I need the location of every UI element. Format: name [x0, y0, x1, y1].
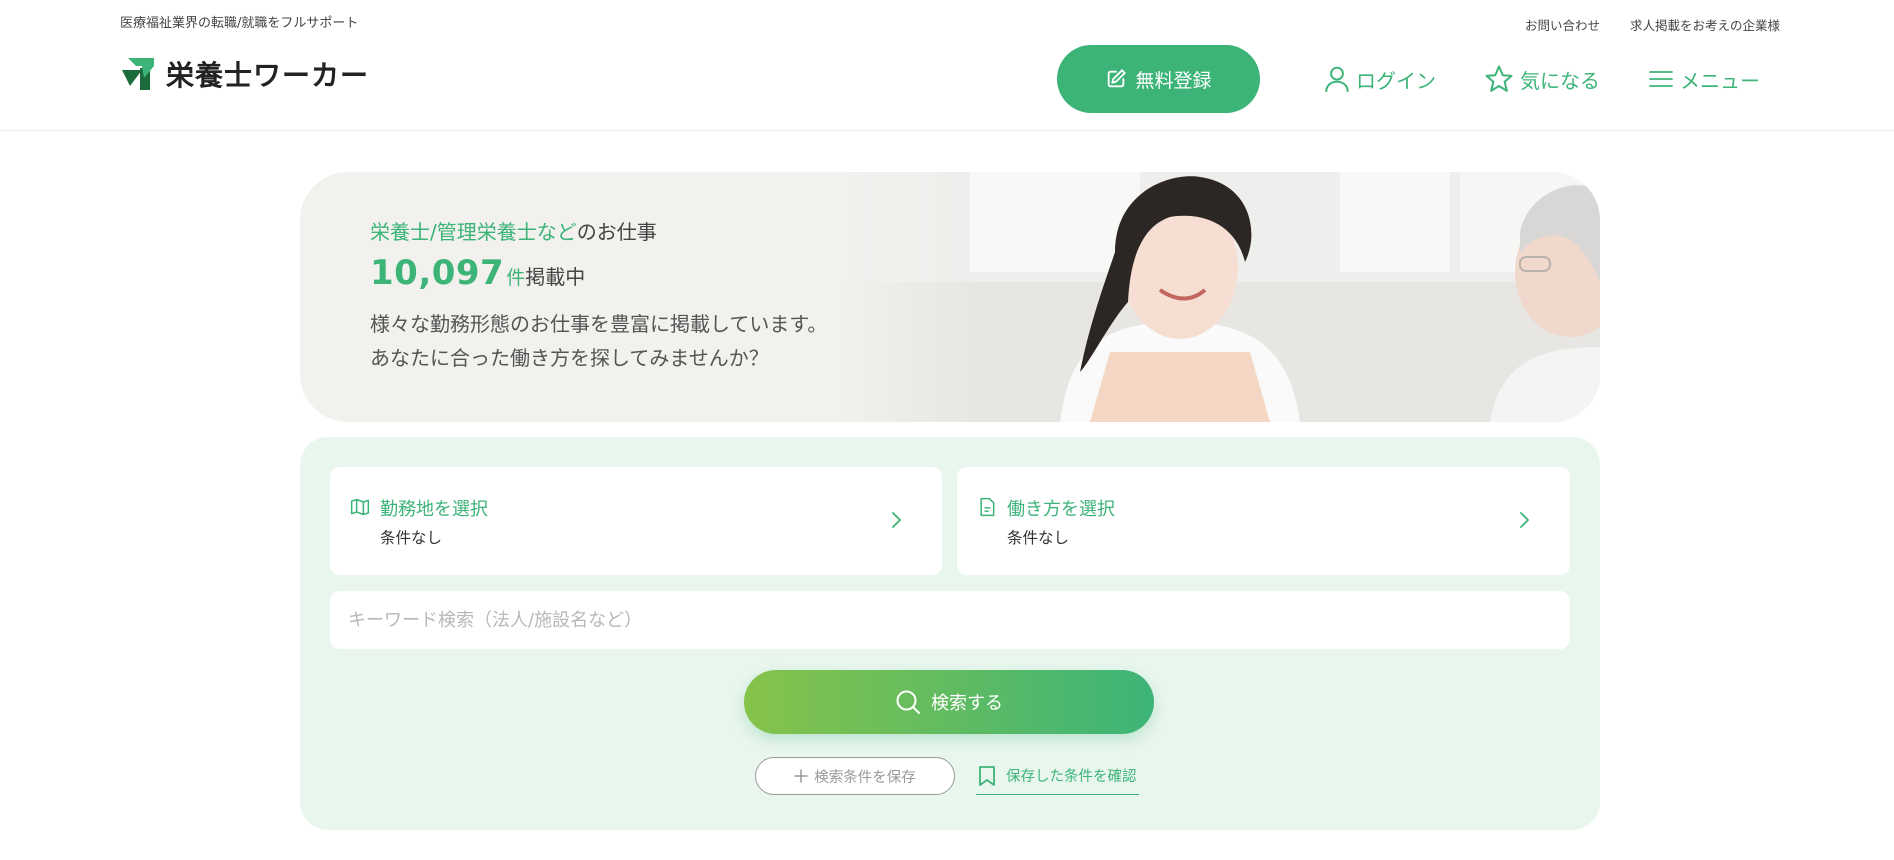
- hero-headline: 栄養士/管理栄養士などのお仕事: [370, 216, 827, 245]
- hamburger-icon: [1649, 71, 1673, 87]
- register-button[interactable]: 無料登録: [1057, 45, 1260, 113]
- plus-icon: [794, 769, 808, 783]
- hero-text: 栄養士/管理栄養士などのお仕事 10,097 件 掲載中 様々な勤務形態のお仕事…: [370, 216, 827, 375]
- site-header: 医療福祉業界の転職/就職をフルサポート 栄養士ワーカー お問い合わせ 求人掲載を…: [0, 0, 1894, 131]
- map-icon: [350, 498, 370, 516]
- star-icon: [1485, 65, 1513, 92]
- saved-conditions-link[interactable]: 保存した条件を確認: [976, 757, 1139, 795]
- contact-link[interactable]: お問い合わせ: [1525, 15, 1600, 34]
- workstyle-select[interactable]: 働き方を選択 条件なし: [957, 467, 1570, 575]
- favorite-link[interactable]: 気になる: [1484, 64, 1600, 94]
- login-label: ログイン: [1356, 68, 1436, 93]
- location-select-title: 勤務地を選択: [380, 499, 488, 520]
- site-tagline: 医療福祉業界の転職/就職をフルサポート: [120, 16, 359, 31]
- utility-links: お問い合わせ 求人掲載をお考えの企業様: [1525, 15, 1780, 34]
- favorite-label: 気になる: [1520, 68, 1600, 93]
- hero-headline-rest: のお仕事: [576, 220, 657, 244]
- save-conditions-label: 検索条件を保存: [814, 769, 916, 786]
- hero-desc-line2: あなたに合った働き方を探してみませんか？: [370, 346, 769, 370]
- hero-desc-line1: 様々な勤務形態のお仕事を豊富に掲載しています。: [370, 312, 828, 336]
- register-label: 無料登録: [1135, 69, 1212, 92]
- logo-mark-icon: [122, 58, 154, 90]
- employer-link[interactable]: 求人掲載をお考えの企業様: [1630, 15, 1780, 34]
- job-count: 10,097 件 掲載中: [370, 253, 827, 293]
- workstyle-select-title: 働き方を選択: [1007, 499, 1115, 520]
- hero-description: 様々な勤務形態のお仕事を豊富に掲載しています。 あなたに合った働き方を探してみま…: [370, 307, 827, 375]
- job-count-tail: 掲載中: [525, 265, 586, 289]
- hero-photo: [840, 172, 1600, 422]
- search-button[interactable]: 検索する: [744, 670, 1154, 734]
- workstyle-select-value: 条件なし: [1007, 529, 1070, 547]
- search-icon: [896, 690, 920, 714]
- saved-conditions-label: 保存した条件を確認: [1006, 769, 1137, 785]
- chevron-right-icon: [892, 512, 902, 528]
- chevron-right-icon: [1520, 512, 1530, 528]
- menu-label: メニュー: [1680, 68, 1760, 93]
- document-icon: [980, 497, 995, 517]
- user-icon: [1325, 66, 1349, 92]
- hero-banner: 栄養士/管理栄養士などのお仕事 10,097 件 掲載中 様々な勤務形態のお仕事…: [300, 172, 1600, 422]
- location-select[interactable]: 勤務地を選択 条件なし: [330, 467, 942, 575]
- login-link[interactable]: ログイン: [1324, 65, 1436, 94]
- site-logo[interactable]: 栄養士ワーカー: [120, 54, 369, 94]
- hero-job-types: 栄養士/管理栄養士など: [370, 220, 577, 244]
- main-nav: 無料登録 ログイン 気になる メニュー: [1057, 45, 1784, 113]
- search-panel: 勤務地を選択 条件なし 働き方を選択 条件なし 検索する 検索条件を保存: [300, 437, 1600, 830]
- job-count-unit: 件: [506, 267, 526, 289]
- save-conditions-button[interactable]: 検索条件を保存: [755, 757, 955, 795]
- location-select-value: 条件なし: [380, 529, 443, 547]
- edit-icon: [1108, 69, 1127, 88]
- search-button-label: 検索する: [931, 693, 1003, 714]
- job-count-number: 10,097: [370, 253, 505, 293]
- bookmark-icon: [979, 765, 995, 786]
- keyword-search-input[interactable]: [330, 591, 1570, 649]
- menu-button[interactable]: メニュー: [1648, 65, 1760, 94]
- logo-text: 栄養士ワーカー: [166, 59, 370, 92]
